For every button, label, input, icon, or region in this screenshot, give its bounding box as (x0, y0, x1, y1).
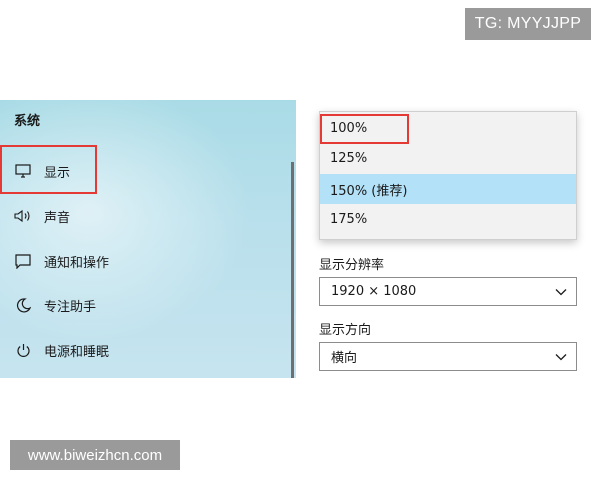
sidebar-item-label: 声音 (44, 210, 71, 226)
highlight-box-100 (320, 114, 409, 144)
chevron-down-icon (555, 354, 567, 361)
watermark-bottom: www.biweizhcn.com (10, 440, 180, 470)
orientation-select[interactable]: 横向 (319, 342, 577, 371)
power-icon (13, 340, 33, 360)
speaker-icon (13, 206, 33, 226)
orientation-value: 横向 (331, 351, 358, 366)
sidebar-item-label: 专注助手 (44, 299, 97, 315)
chevron-down-icon (555, 289, 567, 296)
sidebar-item-focus-assist[interactable]: 专注助手 (0, 283, 290, 327)
scale-option-125[interactable]: 125% (320, 143, 576, 173)
orientation-label: 显示方向 (319, 323, 372, 338)
scale-option-150-recommended[interactable]: 150% (推荐) (320, 174, 576, 204)
section-title: 系统 (14, 114, 41, 129)
resolution-label: 显示分辨率 (319, 258, 385, 273)
sidebar-item-sound[interactable]: 声音 (0, 194, 290, 238)
resolution-value: 1920 × 1080 (331, 284, 417, 299)
sidebar-item-power-sleep[interactable]: 电源和睡眠 (0, 328, 290, 372)
moon-icon (13, 295, 33, 315)
highlight-box-display (0, 145, 97, 194)
resolution-select[interactable]: 1920 × 1080 (319, 277, 577, 306)
notification-icon (13, 251, 33, 271)
watermark-top: TG: MYYJJPP (465, 8, 591, 40)
scale-option-175[interactable]: 175% (320, 204, 576, 234)
sidebar-item-label: 通知和操作 (44, 255, 110, 271)
sidebar-item-label: 电源和睡眠 (44, 344, 110, 360)
sidebar-item-notifications[interactable]: 通知和操作 (0, 239, 290, 283)
sidebar-scrollbar[interactable] (291, 162, 294, 378)
